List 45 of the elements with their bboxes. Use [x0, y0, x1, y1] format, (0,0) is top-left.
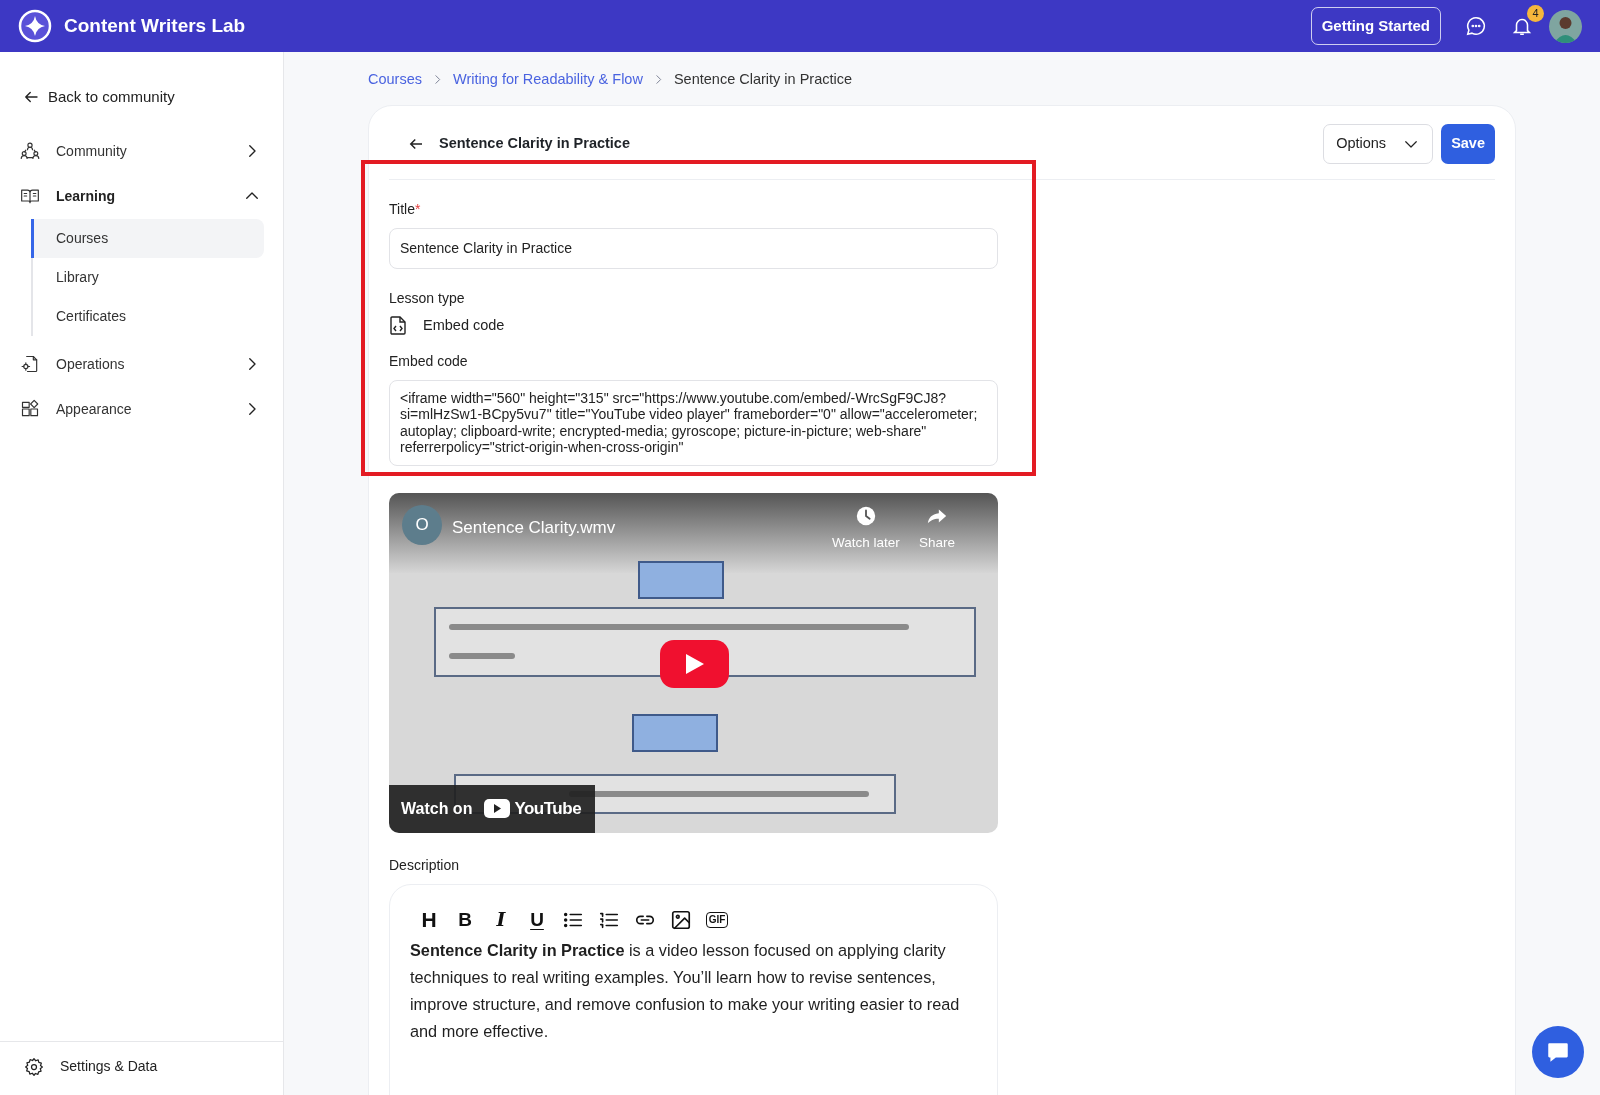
blocks-icon: [20, 399, 40, 419]
chat-icon[interactable]: [1465, 15, 1487, 37]
settings-icon: [24, 1056, 44, 1077]
sidebar-item[interactable]: Operations: [0, 341, 283, 387]
sidebar-item[interactable]: Appearance: [0, 386, 283, 432]
breadcrumb-link[interactable]: Courses: [368, 69, 422, 91]
sidebar-item[interactable]: Community: [0, 128, 283, 174]
chat-button[interactable]: [1532, 1026, 1584, 1078]
lesson-type-value: Embed code: [423, 315, 505, 335]
lesson-type-label: Lesson type: [389, 288, 466, 308]
embed-code-field[interactable]: <iframe width="560" height="315" src="https://www.youtube.com/embed/-WrcSgF9CJ8?si=mlHzSw1-BCpy5vu7" title="YouTube video player" frameborder="0" allow="accelerometer; autoplay; clipboard-write; encrypted-media; gyroscope; picture-in-picture; web-share" referrerpolicy="strict-origin-when-cross-origin": [389, 379, 998, 466]
format-button[interactable]: U: [524, 906, 550, 933]
embed-code-label: Embed code: [389, 351, 469, 371]
settings-link[interactable]: Settings & Data: [24, 1056, 158, 1077]
options-dropdown[interactable]: Options: [1323, 124, 1434, 165]
lesson-title: Sentence Clarity in Practice: [439, 134, 630, 154]
getting-started-button[interactable]: Getting Started: [1310, 6, 1441, 46]
sidebar-subitem[interactable]: Courses: [31, 218, 264, 258]
sidebar-subitem[interactable]: Certificates: [31, 296, 264, 336]
people-icon: [20, 141, 40, 161]
required-mark: *: [414, 200, 421, 217]
description-label: Description: [389, 855, 461, 875]
breadcrumb-link[interactable]: Writing for Readability & Flow: [453, 69, 643, 91]
back-to-community-link[interactable]: Back to community: [0, 52, 283, 129]
sidebar-item[interactable]: Learning: [0, 173, 283, 219]
sidebar-subitem[interactable]: Library: [31, 257, 264, 297]
save-button[interactable]: Save: [1441, 124, 1495, 165]
play-icon: [683, 651, 706, 676]
format-button[interactable]: B: [452, 906, 478, 933]
description-text[interactable]: Sentence Clarity in Practice is a video lesson focused on applying clarity techniques to real writing examples. You’ll learn how to revise sentences, improve structure, and remove confusion to make your writing easier to read and more effective.: [410, 936, 977, 1046]
user-avatar[interactable]: [1549, 9, 1582, 43]
format-button[interactable]: I: [488, 906, 514, 933]
play-button[interactable]: [660, 639, 729, 688]
format-button[interactable]: H: [416, 906, 442, 933]
breadcrumb-current: Sentence Clarity in Practice: [673, 70, 853, 89]
title-label: Title: [389, 200, 415, 217]
clock-icon: [854, 504, 877, 527]
embed-code-icon: [389, 316, 407, 336]
logo-icon: [18, 9, 52, 43]
title-input[interactable]: Sentence Clarity in Practice: [389, 227, 998, 269]
watch-on-youtube-button[interactable]: Watch on YouTube: [389, 784, 596, 833]
document-gear-icon: [20, 354, 40, 374]
play-logo-icon: [484, 799, 511, 818]
app-name: Content Writers Lab: [64, 13, 246, 38]
notification-count: 4: [1527, 5, 1544, 22]
